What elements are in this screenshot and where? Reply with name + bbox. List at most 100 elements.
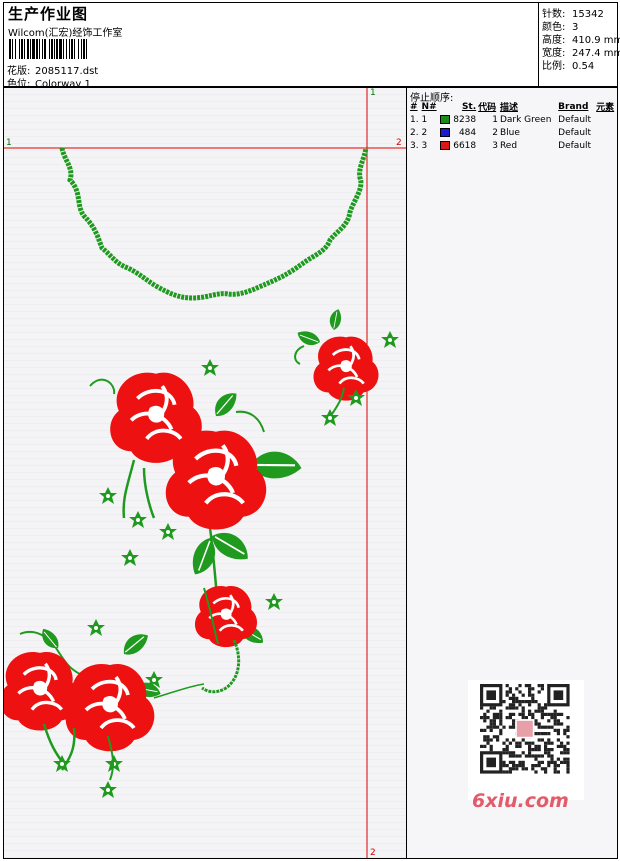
stat-value: 0.54 xyxy=(572,61,595,72)
qr-module xyxy=(521,738,525,742)
qr-module xyxy=(540,684,544,688)
qr-module xyxy=(553,722,557,726)
stat-label: 比例: xyxy=(542,61,566,72)
qr-module xyxy=(480,744,484,748)
qr-module xyxy=(524,767,528,771)
qr-module xyxy=(505,738,509,742)
guide-top-number: 1 xyxy=(370,88,376,98)
qr-module xyxy=(483,712,487,716)
qr-module xyxy=(537,738,541,742)
qr-module xyxy=(489,722,493,726)
qr-module xyxy=(560,722,564,726)
qr-module xyxy=(486,690,496,700)
qr-module xyxy=(496,712,500,716)
qr-module xyxy=(537,703,541,707)
page-title: 生产作业图 xyxy=(8,5,89,23)
row-stitches: 484 xyxy=(439,126,477,139)
qr-module xyxy=(547,754,551,758)
qr-module xyxy=(563,728,567,732)
qr-module xyxy=(556,738,560,742)
row-description: Dark Green xyxy=(499,114,552,125)
qr-module xyxy=(505,744,509,748)
qr-module xyxy=(515,696,519,700)
qr-module xyxy=(534,722,538,726)
qr-module xyxy=(563,744,567,748)
row-brand: Default xyxy=(558,140,592,151)
qr-module xyxy=(534,754,538,758)
qr-module xyxy=(489,706,493,710)
col-index: # xyxy=(410,101,418,112)
qr-module xyxy=(566,767,570,771)
qr-module xyxy=(544,767,548,771)
qr-module xyxy=(508,725,512,729)
qr-module xyxy=(550,725,554,729)
qr-module xyxy=(556,719,560,723)
qr-module xyxy=(521,706,525,710)
qr-module xyxy=(540,709,544,713)
qr-module xyxy=(528,741,532,745)
qr-module xyxy=(489,725,493,729)
qr-module xyxy=(518,712,522,716)
qr-module xyxy=(518,741,522,745)
qr-module xyxy=(553,690,564,700)
qr-module xyxy=(550,760,554,764)
qr-module xyxy=(486,757,496,768)
qr-module xyxy=(556,764,560,768)
qr-module xyxy=(537,706,541,710)
qr-module xyxy=(505,748,509,752)
qr-module xyxy=(553,770,557,774)
qr-module xyxy=(483,728,487,732)
qr-module xyxy=(547,760,551,764)
qr-module xyxy=(547,738,551,742)
qr-module xyxy=(534,744,538,748)
qr-module xyxy=(502,700,506,704)
qr-module xyxy=(553,728,557,732)
qr-module xyxy=(521,709,525,713)
qr-module xyxy=(499,716,503,720)
qr-module xyxy=(515,700,519,704)
qr-module xyxy=(499,732,503,736)
qr-module xyxy=(505,693,509,697)
row-number: 3. xyxy=(410,140,419,151)
qr-module xyxy=(531,693,535,697)
qr-module xyxy=(537,760,541,764)
qr-module xyxy=(528,744,532,748)
row-stitches: 6618 xyxy=(439,139,477,152)
stat-scale: 比例: 0.54 xyxy=(542,57,594,72)
qr-module xyxy=(566,725,570,729)
qr-module xyxy=(540,706,544,710)
qr-module xyxy=(496,725,500,729)
row-needle: 3 xyxy=(421,140,428,151)
qr-module xyxy=(534,764,538,768)
qr-module xyxy=(515,767,519,771)
qr-module xyxy=(502,751,506,755)
qr-module xyxy=(524,741,528,745)
qr-module xyxy=(502,770,506,774)
qr-module xyxy=(534,757,538,761)
row-element xyxy=(595,113,617,126)
color-row: 3. 3 6618 3 Red Default xyxy=(409,139,617,152)
qr-module xyxy=(566,735,570,739)
qr-module xyxy=(566,751,570,755)
qr-module xyxy=(492,725,496,729)
qr-module xyxy=(508,706,512,710)
qr-module xyxy=(483,735,487,739)
qr-module xyxy=(483,744,487,748)
design-canvas: 1 1 2 2 xyxy=(3,87,407,859)
qr-module xyxy=(531,754,535,758)
qr-module xyxy=(508,703,512,707)
qr-module xyxy=(512,712,516,716)
qr-module xyxy=(512,719,516,723)
stitch-count: 8238 xyxy=(453,114,477,125)
qr-module xyxy=(508,716,512,720)
qr-module xyxy=(508,770,512,774)
qr-module xyxy=(502,760,506,764)
qr-module xyxy=(550,748,554,752)
qr-module xyxy=(540,712,544,716)
qr-module xyxy=(550,712,554,716)
qr-module xyxy=(512,722,516,726)
qr-module xyxy=(553,760,557,764)
guide-left-number: 1 xyxy=(6,138,12,148)
qr-module xyxy=(531,741,535,745)
qr-module xyxy=(518,744,522,748)
